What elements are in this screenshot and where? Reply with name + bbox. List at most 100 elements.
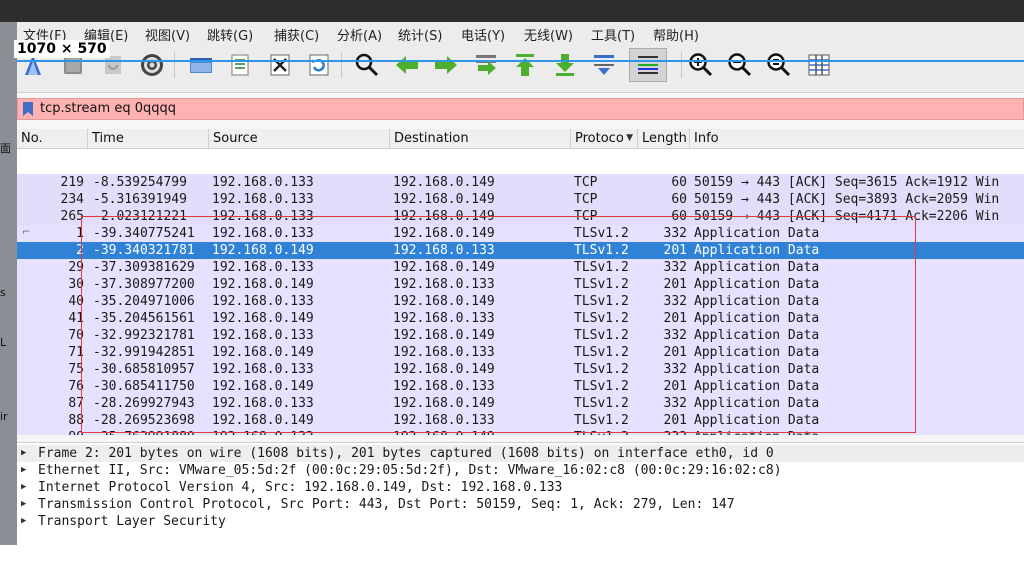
packet-length: 201: [663, 413, 687, 428]
packet-destination: 192.168.0.133: [393, 345, 495, 360]
packet-row[interactable]: 87 -28.269927943 192.168.0.133 192.168.0.14…: [17, 395, 1024, 412]
zoom-out-icon[interactable]: [726, 51, 754, 79]
packet-list-header: No. Time Source Destination Protoco ▼ Le…: [17, 129, 1024, 149]
packet-info: Application Data: [694, 429, 819, 435]
packet-destination: 192.168.0.133: [393, 379, 495, 394]
menu-tools[interactable]: 工具(T): [591, 25, 635, 44]
menu-analyze[interactable]: 分析(A): [337, 25, 382, 44]
packet-destination: 192.168.0.149: [393, 328, 495, 343]
detail-row-text: Transport Layer Security: [38, 514, 226, 529]
packet-row[interactable]: 234 -5.316391949 192.168.0.133 192.168.0.14…: [17, 191, 1024, 208]
reload-file-icon[interactable]: [305, 51, 333, 79]
packet-time: -30.685810957: [93, 362, 195, 377]
detail-row[interactable]: ▶ Internet Protocol Version 4, Src: 192.…: [17, 479, 1024, 496]
packet-destination: 192.168.0.133: [393, 243, 495, 258]
bookmark-icon[interactable]: [22, 102, 34, 116]
packet-row[interactable]: 40 -35.204971006 192.168.0.133 192.168.0.14…: [17, 293, 1024, 310]
packet-protocol: TLSv1.2: [574, 396, 629, 411]
go-last-icon[interactable]: [551, 51, 579, 79]
column-header-info[interactable]: Info: [690, 129, 1024, 148]
go-forward-icon[interactable]: [432, 51, 460, 79]
column-header-source[interactable]: Source: [209, 129, 390, 148]
packet-row[interactable]: 75 -30.685810957 192.168.0.133 192.168.0.14…: [17, 361, 1024, 378]
packet-time: -2.023121221: [93, 209, 187, 224]
expand-arrow-icon[interactable]: ▶: [21, 496, 26, 513]
packet-row[interactable]: 88 -28.269523698 192.168.0.149 192.168.0.13…: [17, 412, 1024, 429]
packet-row[interactable]: 71 -32.991942851 192.168.0.149 192.168.0.13…: [17, 344, 1024, 361]
menu-wireless[interactable]: 无线(W): [524, 25, 573, 44]
packet-protocol: TLSv1.2: [574, 226, 629, 241]
related-packet-marker-icon: ⌐: [22, 227, 31, 238]
packet-source: 192.168.0.133: [212, 362, 314, 377]
go-first-icon[interactable]: [511, 51, 539, 79]
zoom-normal-icon[interactable]: [765, 51, 793, 79]
packet-row[interactable]: 265 -2.023121221 192.168.0.133 192.168.0.14…: [17, 208, 1024, 225]
packet-row[interactable]: 29 -37.309381629 192.168.0.133 192.168.0.14…: [17, 259, 1024, 276]
packet-no: 87: [68, 396, 84, 411]
packet-row[interactable]: 76 -30.685411750 192.168.0.149 192.168.0.13…: [17, 378, 1024, 395]
display-filter-input[interactable]: [40, 101, 940, 116]
detail-row[interactable]: ▶ Ethernet II, Src: VMware_05:5d:2f (00:…: [17, 462, 1024, 479]
display-filter-bar: [17, 98, 1024, 120]
packet-row[interactable]: 70 -32.992321781 192.168.0.133 192.168.0.14…: [17, 327, 1024, 344]
find-packet-icon[interactable]: [353, 51, 381, 79]
autoscroll-icon[interactable]: [590, 51, 618, 79]
expand-arrow-icon[interactable]: ▶: [21, 513, 26, 530]
column-header-protocol-label: Protoco: [575, 131, 624, 146]
resize-columns-icon[interactable]: [805, 51, 833, 79]
packet-destination: 192.168.0.133: [393, 277, 495, 292]
menu-statistics[interactable]: 统计(S): [398, 25, 442, 44]
packet-no: 219: [60, 175, 84, 190]
packet-row[interactable]: 30 -37.308977200 192.168.0.149 192.168.0.13…: [17, 276, 1024, 293]
expand-arrow-icon[interactable]: ▶: [21, 462, 26, 479]
capture-options-gear-icon[interactable]: [138, 51, 166, 79]
packet-length: 201: [663, 243, 687, 258]
column-header-protocol[interactable]: Protoco ▼: [571, 129, 638, 148]
detail-row-text: Frame 2: 201 bytes on wire (1608 bits), …: [38, 446, 774, 461]
packet-no: 71: [68, 345, 84, 360]
packet-time: -32.991942851: [93, 345, 195, 360]
detail-row[interactable]: ▶ Transmission Control Protocol, Src Por…: [17, 496, 1024, 513]
open-folder-icon[interactable]: [187, 51, 215, 79]
packet-no: 76: [68, 379, 84, 394]
packet-protocol: TLSv1.2: [574, 345, 629, 360]
wireshark-window: 文件(F) 编辑(E) 视图(V) 跳转(G) 捕获(C) 分析(A) 统计(S…: [17, 22, 1024, 546]
menu-go[interactable]: 跳转(G): [207, 25, 253, 44]
packet-source: 192.168.0.149: [212, 379, 314, 394]
packet-source: 192.168.0.133: [212, 294, 314, 309]
packet-destination: 192.168.0.149: [393, 362, 495, 377]
menu-capture[interactable]: 捕获(C): [274, 25, 319, 44]
go-to-packet-icon[interactable]: [472, 51, 500, 79]
column-header-time[interactable]: Time: [88, 129, 209, 148]
packet-row[interactable]: 219 -8.539254799 192.168.0.133 192.168.0.14…: [17, 174, 1024, 191]
packet-info: 50159 → 443 [ACK] Seq=3893 Ack=2059 Win: [694, 192, 1000, 207]
packet-info: 50159 → 443 [ACK] Seq=4171 Ack=2206 Win: [694, 209, 1000, 224]
menu-telephony[interactable]: 电话(Y): [461, 25, 505, 44]
packet-row[interactable]: 1 -39.340775241 192.168.0.133 192.168.0.149…: [17, 225, 1024, 242]
packet-time: -8.539254799: [93, 175, 187, 190]
go-back-icon[interactable]: [393, 51, 421, 79]
menu-view[interactable]: 视图(V): [145, 25, 190, 44]
save-file-icon[interactable]: [226, 51, 254, 79]
expand-arrow-icon[interactable]: ▶: [21, 479, 26, 496]
packet-row[interactable]: 90 -25.762991880 192.168.0.133 192.168.0.14…: [17, 429, 1024, 435]
detail-row[interactable]: ▶ Frame 2: 201 bytes on wire (1608 bits)…: [17, 445, 1024, 462]
detail-row[interactable]: ▶ Transport Layer Security: [17, 513, 1024, 530]
packet-info: Application Data: [694, 328, 820, 343]
expand-arrow-icon[interactable]: ▶: [21, 445, 26, 462]
zoom-in-icon[interactable]: [687, 51, 715, 79]
column-header-no[interactable]: No.: [17, 129, 88, 148]
column-header-length[interactable]: Length: [638, 129, 690, 148]
packet-info: Application Data: [694, 294, 820, 309]
column-header-destination[interactable]: Destination: [390, 129, 571, 148]
toolbar-separator: [681, 52, 682, 78]
close-file-icon[interactable]: [266, 51, 294, 79]
colorize-icon[interactable]: [629, 48, 667, 82]
packet-protocol: TLSv1.2: [574, 328, 629, 343]
packet-source: 192.168.0.133: [212, 175, 314, 190]
menu-help[interactable]: 帮助(H): [653, 25, 699, 44]
packet-row[interactable]: 41 -35.204561561 192.168.0.149 192.168.0.13…: [17, 310, 1024, 327]
packet-length: 332: [663, 226, 687, 241]
screenshot-selection-edge: [17, 60, 1024, 62]
packet-row-selected[interactable]: 2 -39.340321781 192.168.0.149 192.168.0.133…: [17, 242, 1024, 259]
